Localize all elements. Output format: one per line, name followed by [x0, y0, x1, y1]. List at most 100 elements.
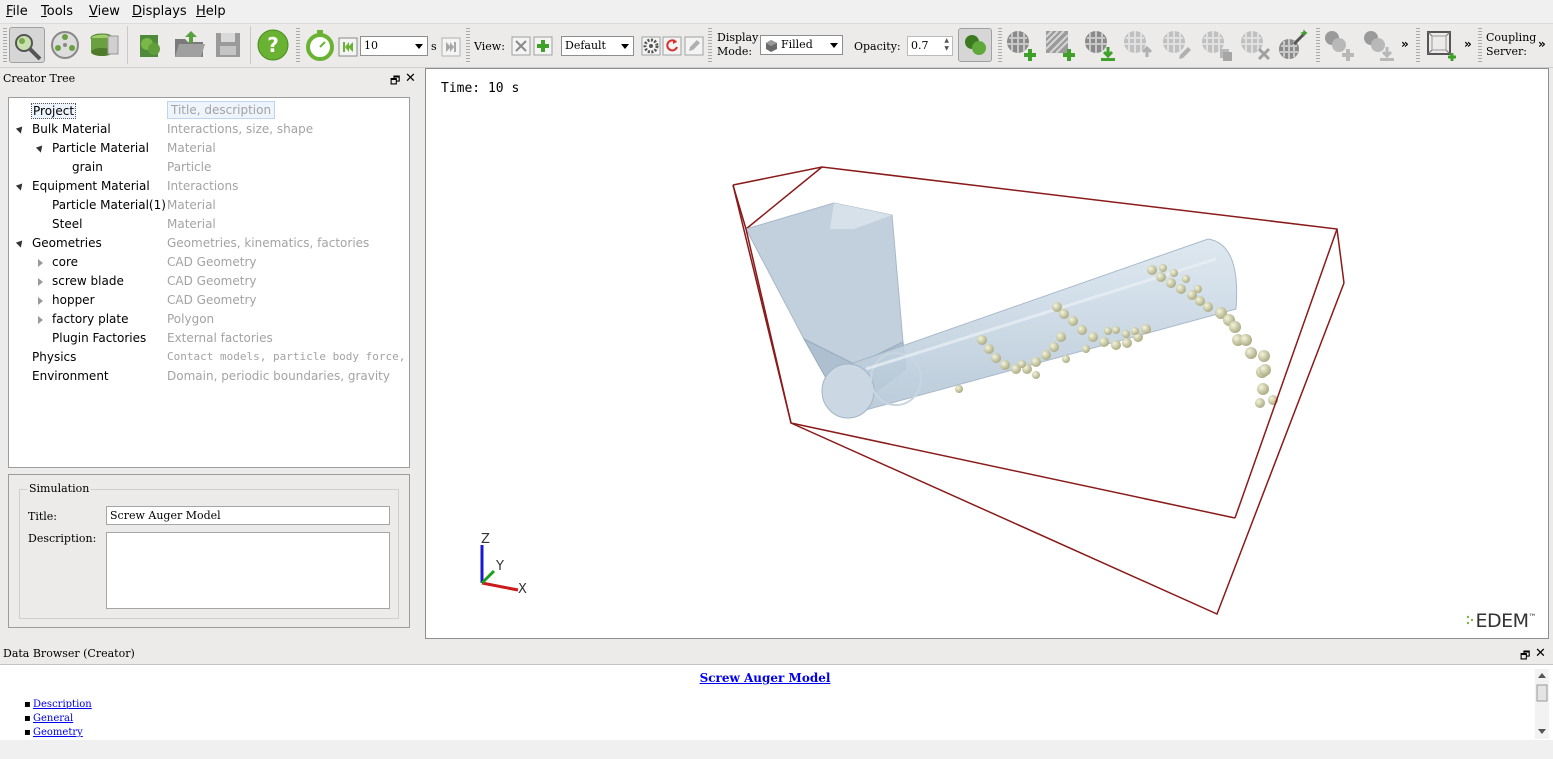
menu-file[interactable]: File — [6, 4, 28, 19]
view-preset-value: Default — [565, 39, 606, 52]
time-unit-label: s — [431, 40, 437, 53]
import-particle-icon — [1364, 31, 1394, 61]
spin-arrows-icon: ▲ ▼ — [944, 37, 949, 52]
new-deck-button[interactable] — [132, 27, 168, 63]
display-mode-combo[interactable]: Filled — [760, 35, 843, 55]
creator-mode-button[interactable] — [9, 27, 45, 63]
expanded-arrow-icon[interactable] — [15, 238, 26, 248]
float-panel-icon[interactable]: 🗗 — [390, 72, 400, 91]
tree-item-equipment-material[interactable]: Equipment Material Interactions — [9, 177, 409, 196]
menu-tools[interactable]: Tools — [41, 4, 73, 19]
data-browser-titlebar: Data Browser (Creator) 🗗 ✕ — [0, 645, 1553, 663]
title-field[interactable]: Screw Auger Model — [106, 506, 390, 525]
close-panel-icon[interactable]: ✕ — [405, 71, 416, 86]
import-particle-button[interactable] — [1360, 27, 1396, 63]
view-close-button[interactable] — [511, 36, 531, 56]
export-geometry-button[interactable] — [1120, 27, 1156, 63]
collapsed-arrow-icon[interactable] — [38, 278, 43, 286]
simulator-dial-icon — [51, 31, 79, 59]
description-field[interactable] — [106, 532, 390, 609]
menu-help[interactable]: Help — [196, 4, 226, 19]
tree-item-factory-plate[interactable]: factory plate Polygon — [9, 310, 409, 329]
timestep-combo[interactable]: 10 — [360, 36, 428, 56]
opacity-spinbox[interactable]: 0.7 ▲ ▼ — [907, 36, 953, 56]
tree-item-particle-material-1[interactable]: Particle Material(1) Material — [9, 196, 409, 215]
help-button[interactable]: ? — [255, 27, 291, 63]
tree-item-hopper[interactable]: hopper CAD Geometry — [9, 291, 409, 310]
view-preset-combo[interactable]: Default — [561, 36, 634, 56]
3d-viewport[interactable]: Z Y X Time: 10 s EDEM™ — [425, 68, 1549, 639]
status-bar — [0, 740, 1553, 759]
first-timestep-button[interactable] — [338, 37, 358, 57]
import-geometry-button[interactable] — [1081, 27, 1117, 63]
tree-item-label: Steel — [52, 217, 83, 231]
tree-item-steel[interactable]: Steel Material — [9, 215, 409, 234]
close-panel-icon[interactable]: ✕ — [1535, 646, 1546, 661]
tree-item-label: screw blade — [52, 274, 124, 288]
coupling-server-label-line2: Server: — [1486, 45, 1527, 58]
tree-item-core[interactable]: core CAD Geometry — [9, 253, 409, 272]
view-add-button[interactable] — [533, 36, 553, 56]
toolbar-grip[interactable] — [3, 28, 7, 62]
add-polygon-button[interactable] — [1042, 27, 1078, 63]
open-deck-button[interactable] — [171, 27, 207, 63]
toolbar-overflow-chevron-icon[interactable]: » — [1538, 37, 1546, 51]
expanded-arrow-icon[interactable] — [15, 124, 26, 134]
simulator-mode-button[interactable] — [47, 27, 83, 63]
axis-triad: Z Y X — [480, 532, 527, 597]
collapsed-arrow-icon[interactable] — [38, 316, 43, 324]
logo-sparkle-icon — [1467, 615, 1474, 625]
tree-item-environment[interactable]: Environment Domain, periodic boundaries,… — [9, 367, 409, 386]
add-particle-icon — [1325, 31, 1354, 61]
particles-green-icon — [965, 35, 986, 55]
tree-item-geometries[interactable]: Geometries Geometries, kinematics, facto… — [9, 234, 409, 253]
toolbar-overflow-chevron-icon[interactable]: » — [1464, 37, 1472, 51]
pencil-icon — [684, 36, 704, 56]
tree-item-physics[interactable]: Physics Contact models, particle body fo… — [9, 348, 409, 367]
close-x-icon — [511, 36, 531, 56]
tree-item-particle-material[interactable]: Particle Material Material — [9, 139, 409, 158]
creator-magnifier-icon — [15, 34, 42, 61]
data-browser-scrollbar[interactable] — [1535, 669, 1549, 739]
add-geometry-button[interactable] — [1003, 27, 1039, 63]
tree-item-screw-blade[interactable]: screw blade CAD Geometry — [9, 272, 409, 291]
tree-item-label: Geometries — [32, 236, 102, 250]
delete-geometry-button[interactable] — [1237, 27, 1273, 63]
save-deck-button[interactable] — [210, 27, 246, 63]
collapsed-arrow-icon[interactable] — [38, 259, 43, 267]
menu-displays[interactable]: Displays — [132, 4, 187, 19]
general-link[interactable]: General — [24, 713, 73, 724]
tree-item-label: Bulk Material — [32, 122, 111, 136]
expanded-arrow-icon[interactable] — [15, 181, 26, 191]
tree-item-plugin-factories[interactable]: Plugin Factories External factories — [9, 329, 409, 348]
description-link[interactable]: Description — [24, 699, 92, 710]
tree-item-label: Particle Material(1) — [52, 198, 166, 212]
particle-display-toggle[interactable] — [958, 28, 992, 62]
domain-button[interactable] — [1423, 27, 1459, 63]
edit-pencil-icon — [1163, 31, 1191, 59]
creator-tree-title: Creator Tree — [3, 72, 76, 85]
analyst-mode-button[interactable] — [86, 27, 122, 63]
copy-geometry-button[interactable] — [1198, 27, 1234, 63]
menu-view[interactable]: View — [89, 4, 120, 19]
tree-item-grain[interactable]: grain Particle — [9, 158, 409, 177]
tree-item-project[interactable]: Project Title, description — [9, 101, 409, 120]
expanded-arrow-icon[interactable] — [35, 143, 46, 153]
last-timestep-button[interactable] — [441, 37, 461, 57]
tree-item-bulk-material[interactable]: Bulk Material Interactions, size, shape — [9, 120, 409, 139]
chevron-down-icon — [830, 43, 838, 48]
report-heading-link[interactable]: Screw Auger Model — [0, 671, 1530, 685]
view-edit-button[interactable] — [684, 36, 704, 56]
menu-bar: File Tools View Displays Help — [0, 0, 1553, 24]
geometry-link[interactable]: Geometry — [24, 727, 83, 738]
toolbar-overflow-chevron-icon[interactable]: » — [1401, 37, 1409, 51]
view-settings-button[interactable] — [641, 36, 661, 56]
collapsed-arrow-icon[interactable] — [38, 297, 43, 305]
view-reset-button[interactable] — [662, 36, 682, 56]
edit-geometry-button[interactable] — [1159, 27, 1195, 63]
tree-item-description: Interactions, size, shape — [167, 122, 314, 136]
simulation-group-label: Simulation — [27, 482, 92, 495]
add-particle-button[interactable] — [1321, 27, 1357, 63]
timer-button[interactable] — [303, 27, 339, 63]
geometry-wizard-button[interactable] — [1276, 27, 1312, 63]
